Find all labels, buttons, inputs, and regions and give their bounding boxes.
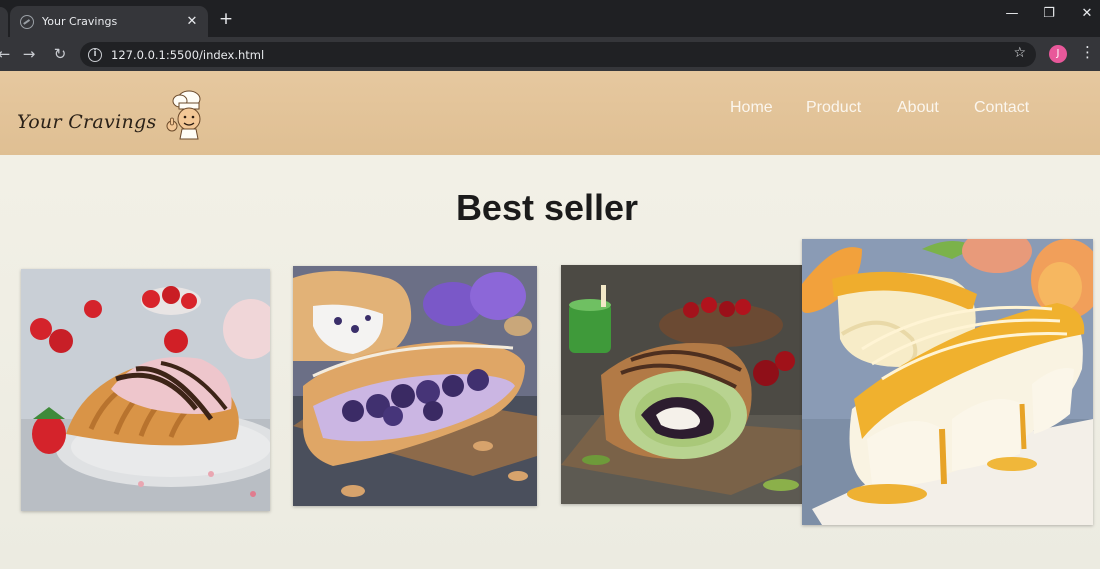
site-header: Your Cravings Home Product About Contact bbox=[0, 71, 1100, 155]
page-viewport: Your Cravings Home Product About Contact… bbox=[0, 71, 1100, 569]
nav-link-product[interactable]: Product bbox=[806, 99, 861, 117]
mango-cheesecake-image[interactable] bbox=[802, 239, 1093, 525]
matcha-roll-image[interactable] bbox=[561, 265, 802, 504]
product-card-croissant[interactable] bbox=[21, 269, 270, 511]
browser-tab[interactable]: Your Cravings ✕ bbox=[10, 6, 208, 37]
browser-toolbar: ← → ↻ i 127.0.0.1:5500/index.html ☆ J ⋮ bbox=[0, 37, 1100, 71]
browser-tab-strip: Your Cravings ✕ + — ❐ ✕ bbox=[0, 0, 1100, 37]
restore-icon[interactable]: ❐ bbox=[1034, 4, 1064, 24]
bookmark-star-icon[interactable]: ☆ bbox=[1013, 45, 1026, 61]
product-card-mango-cheesecake[interactable] bbox=[802, 239, 1093, 525]
forward-arrow-icon[interactable]: → bbox=[19, 44, 39, 64]
reload-icon[interactable]: ↻ bbox=[50, 44, 70, 64]
close-icon[interactable]: ✕ bbox=[184, 14, 200, 29]
more-menu-icon[interactable]: ⋮ bbox=[1080, 43, 1095, 61]
close-window-icon[interactable]: ✕ bbox=[1072, 4, 1100, 24]
croissant-image[interactable] bbox=[21, 269, 270, 511]
minimize-icon[interactable]: — bbox=[997, 4, 1027, 24]
nav-link-about[interactable]: About bbox=[897, 99, 939, 117]
blueberry-pastry-image[interactable] bbox=[293, 266, 537, 506]
plus-icon[interactable]: + bbox=[216, 9, 236, 29]
globe-icon bbox=[20, 14, 34, 29]
brand-logo-text[interactable]: Your Cravings bbox=[17, 111, 157, 133]
profile-avatar[interactable]: J bbox=[1049, 45, 1067, 63]
nav-link-contact[interactable]: Contact bbox=[974, 99, 1029, 117]
chef-mascot-icon bbox=[166, 90, 201, 140]
product-card-matcha-roll[interactable] bbox=[561, 265, 802, 504]
product-card-blueberry-pastry[interactable] bbox=[293, 266, 537, 506]
back-arrow-icon[interactable]: ← bbox=[0, 44, 14, 64]
info-icon[interactable]: i bbox=[88, 47, 102, 62]
address-bar[interactable]: i 127.0.0.1:5500/index.html ☆ bbox=[80, 42, 1036, 67]
url-text[interactable]: 127.0.0.1:5500/index.html bbox=[111, 48, 264, 62]
section-title: Best seller bbox=[455, 187, 639, 228]
previous-tab[interactable] bbox=[0, 7, 8, 37]
nav-link-home[interactable]: Home bbox=[730, 99, 773, 117]
best-seller-section: Best seller bbox=[0, 155, 1100, 569]
tab-title: Your Cravings bbox=[42, 15, 118, 28]
